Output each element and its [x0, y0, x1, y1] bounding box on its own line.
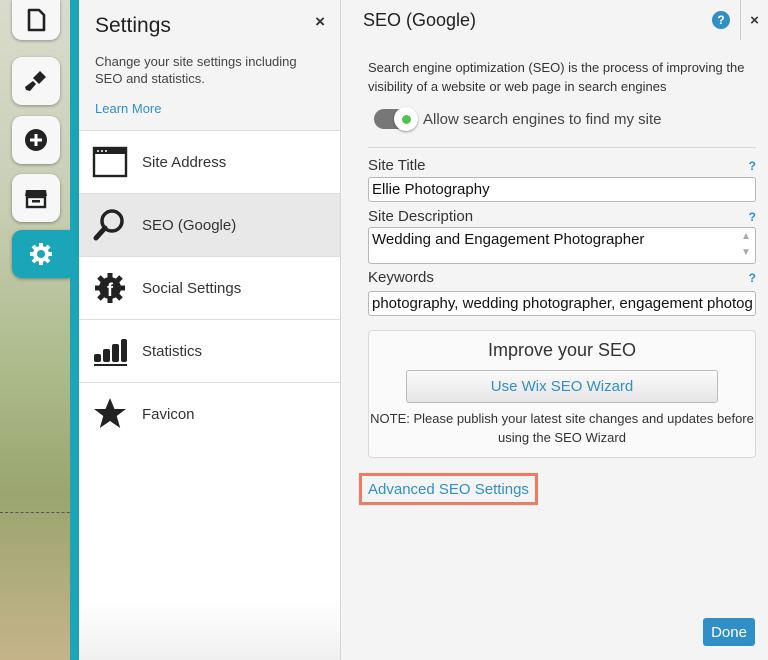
pages-button[interactable]	[12, 0, 60, 40]
magnifier-icon	[91, 206, 129, 244]
toggle-on-dot-icon	[401, 114, 411, 124]
menu-item-label: Favicon	[142, 405, 195, 423]
bar-chart-icon	[91, 332, 129, 370]
site-description-value: Wedding and Engagement Photographer	[372, 231, 645, 248]
pages-icon	[27, 8, 46, 32]
scroll-up-icon[interactable]: ▲	[739, 230, 753, 244]
search-engine-toggle-label: Allow search engines to find my site	[423, 110, 662, 128]
seo-wizard-note: NOTE: Please publish your latest site ch…	[370, 411, 754, 445]
seo-intro-text: Search engine optimization (SEO) is the …	[368, 60, 745, 94]
advanced-seo-settings-link[interactable]: Advanced SEO Settings	[368, 481, 529, 498]
settings-button[interactable]	[12, 230, 70, 278]
seo-panel-title: SEO (Google)	[363, 9, 477, 30]
keywords-help-icon[interactable]: ?	[749, 271, 756, 285]
toggle-knob	[394, 107, 418, 131]
seo-wizard-button[interactable]: Use Wix SEO Wizard	[406, 370, 718, 403]
settings-panel: Settings × Change your site settings inc…	[79, 0, 341, 660]
social-gear-icon: f	[91, 269, 129, 307]
design-brush-icon	[25, 71, 46, 91]
improve-seo-title: Improve your SEO	[487, 340, 637, 360]
help-icon[interactable]: ?	[712, 11, 730, 29]
textarea-scroll-arrows[interactable]: ▲ ▼	[739, 230, 753, 260]
keywords-label: Keywords	[368, 269, 434, 286]
app-market-button[interactable]	[12, 174, 60, 222]
site-title-input[interactable]: Ellie Photography	[368, 177, 756, 202]
site-description-help-icon[interactable]: ?	[749, 210, 756, 224]
add-plus-icon	[25, 129, 47, 151]
menu-item-label: Statistics	[142, 342, 203, 360]
menu-item-label: Social Settings	[142, 279, 242, 297]
seo-body: Search engine optimization (SEO) is the …	[341, 58, 768, 458]
search-engine-toggle-row: Allow search engines to find my site	[374, 107, 756, 131]
divider	[368, 147, 756, 148]
advanced-seo-highlight: Advanced SEO Settings	[359, 473, 538, 505]
menu-item-seo-google[interactable]: SEO (Google)	[79, 193, 340, 256]
site-description-label-row: Site Description ?	[368, 208, 756, 225]
keywords-input[interactable]: photography, wedding photographer, engag…	[368, 291, 756, 316]
keywords-label-row: Keywords ?	[368, 269, 756, 286]
seo-panel: SEO (Google) ? × Search engine optimizat…	[341, 0, 768, 660]
done-button[interactable]: Done	[703, 618, 755, 646]
menu-item-favicon[interactable]: Favicon	[79, 382, 340, 445]
menu-item-social-settings[interactable]: f Social Settings	[79, 256, 340, 319]
app-market-store-icon	[25, 190, 47, 209]
menu-item-label: Site Address	[142, 153, 227, 171]
settings-close-button[interactable]: ×	[315, 12, 325, 32]
scroll-down-icon[interactable]: ▼	[739, 246, 753, 260]
design-button[interactable]	[12, 57, 60, 105]
improve-seo-box: Improve your SEO Use Wix SEO Wizard NOTE…	[368, 330, 756, 458]
browser-window-icon	[91, 143, 129, 181]
settings-gear-icon	[30, 243, 52, 265]
site-title-help-icon[interactable]: ?	[749, 159, 756, 173]
settings-footer	[79, 600, 340, 660]
site-title-label-row: Site Title ?	[368, 157, 756, 174]
menu-item-site-address[interactable]: Site Address	[79, 130, 340, 193]
star-icon	[91, 395, 129, 433]
menu-item-label: SEO (Google)	[142, 216, 237, 234]
menu-item-statistics[interactable]: Statistics	[79, 319, 340, 382]
settings-header: Settings × Change your site settings inc…	[79, 0, 340, 130]
settings-accent-strip	[70, 0, 79, 660]
settings-description: Change your site settings including SEO …	[95, 54, 297, 86]
svg-text:f: f	[107, 280, 114, 300]
add-button[interactable]	[12, 116, 60, 164]
learn-more-link[interactable]: Learn More	[95, 101, 324, 116]
seo-close-button[interactable]: ×	[740, 0, 768, 40]
search-engine-toggle[interactable]	[374, 107, 418, 131]
site-description-label: Site Description	[368, 208, 474, 225]
site-title-label: Site Title	[368, 157, 426, 174]
left-toolbar	[0, 0, 72, 660]
seo-header: SEO (Google) ? ×	[341, 0, 768, 40]
site-description-textarea[interactable]: Wedding and Engagement Photographer ▲ ▼	[368, 227, 756, 264]
settings-title: Settings	[95, 14, 171, 37]
